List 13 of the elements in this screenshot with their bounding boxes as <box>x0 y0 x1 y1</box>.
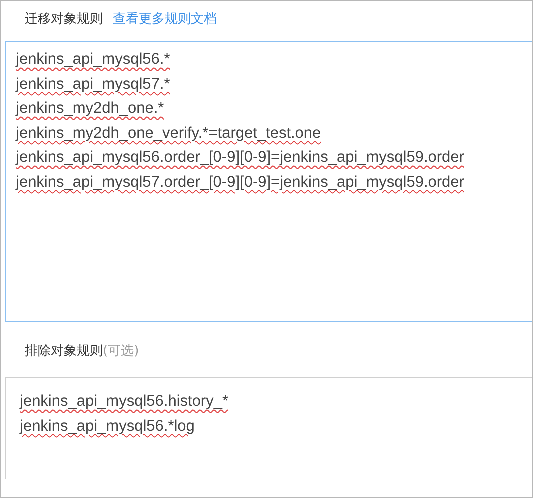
rule-line: jenkins_api_mysql56.*log <box>20 416 196 436</box>
rule-line: jenkins_api_mysql56.history_* <box>20 392 230 412</box>
rule-line: jenkins_api_mysql56.order_[0-9][0-9]=jenkins_api_mysql59.order <box>16 148 466 168</box>
rule-line: jenkins_api_mysql57.* <box>16 74 172 94</box>
rule-line: jenkins_my2dh_one_verify.*=target_test.one <box>16 124 322 144</box>
rule-line: jenkins_api_mysql57.order_[0-9][0-9]=jenkins_api_mysql59.order <box>16 172 466 192</box>
rules-field[interactable]: jenkins_api_mysql56.history_* jenkins_api_mysql56.*log <box>5 377 532 479</box>
section-label: 排除对象规则 <box>25 343 103 360</box>
rule-line: jenkins_my2dh_one.* <box>16 99 166 119</box>
rule-line: jenkins_api_mysql56.* <box>16 50 172 70</box>
rules-field[interactable] <box>5 41 532 322</box>
section-label: 迁移对象规则 <box>25 11 103 28</box>
optional-hint: (可选) <box>103 343 140 360</box>
